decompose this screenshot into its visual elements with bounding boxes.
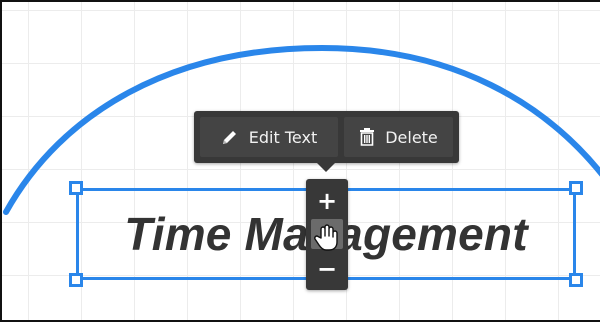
resize-handle-top-left[interactable] [69,181,83,195]
resize-handle-top-right[interactable] [569,181,583,195]
edit-text-button[interactable]: Edit Text [200,117,338,157]
delete-button[interactable]: Delete [344,117,453,157]
resize-handle-bottom-right[interactable] [569,273,583,287]
increase-size-button[interactable]: + [306,183,348,219]
resize-handle-bottom-left[interactable] [69,273,83,287]
edit-text-label: Edit Text [248,127,318,147]
decrease-size-button[interactable]: − [306,251,348,287]
design-canvas[interactable]: Time Management Edit Text Delete + − [0,0,600,322]
hand-grab-cursor-icon [313,224,339,256]
trash-icon [359,128,375,146]
pencil-icon [221,128,239,146]
delete-label: Delete [385,127,438,147]
text-toolbar: Edit Text Delete [194,111,459,172]
